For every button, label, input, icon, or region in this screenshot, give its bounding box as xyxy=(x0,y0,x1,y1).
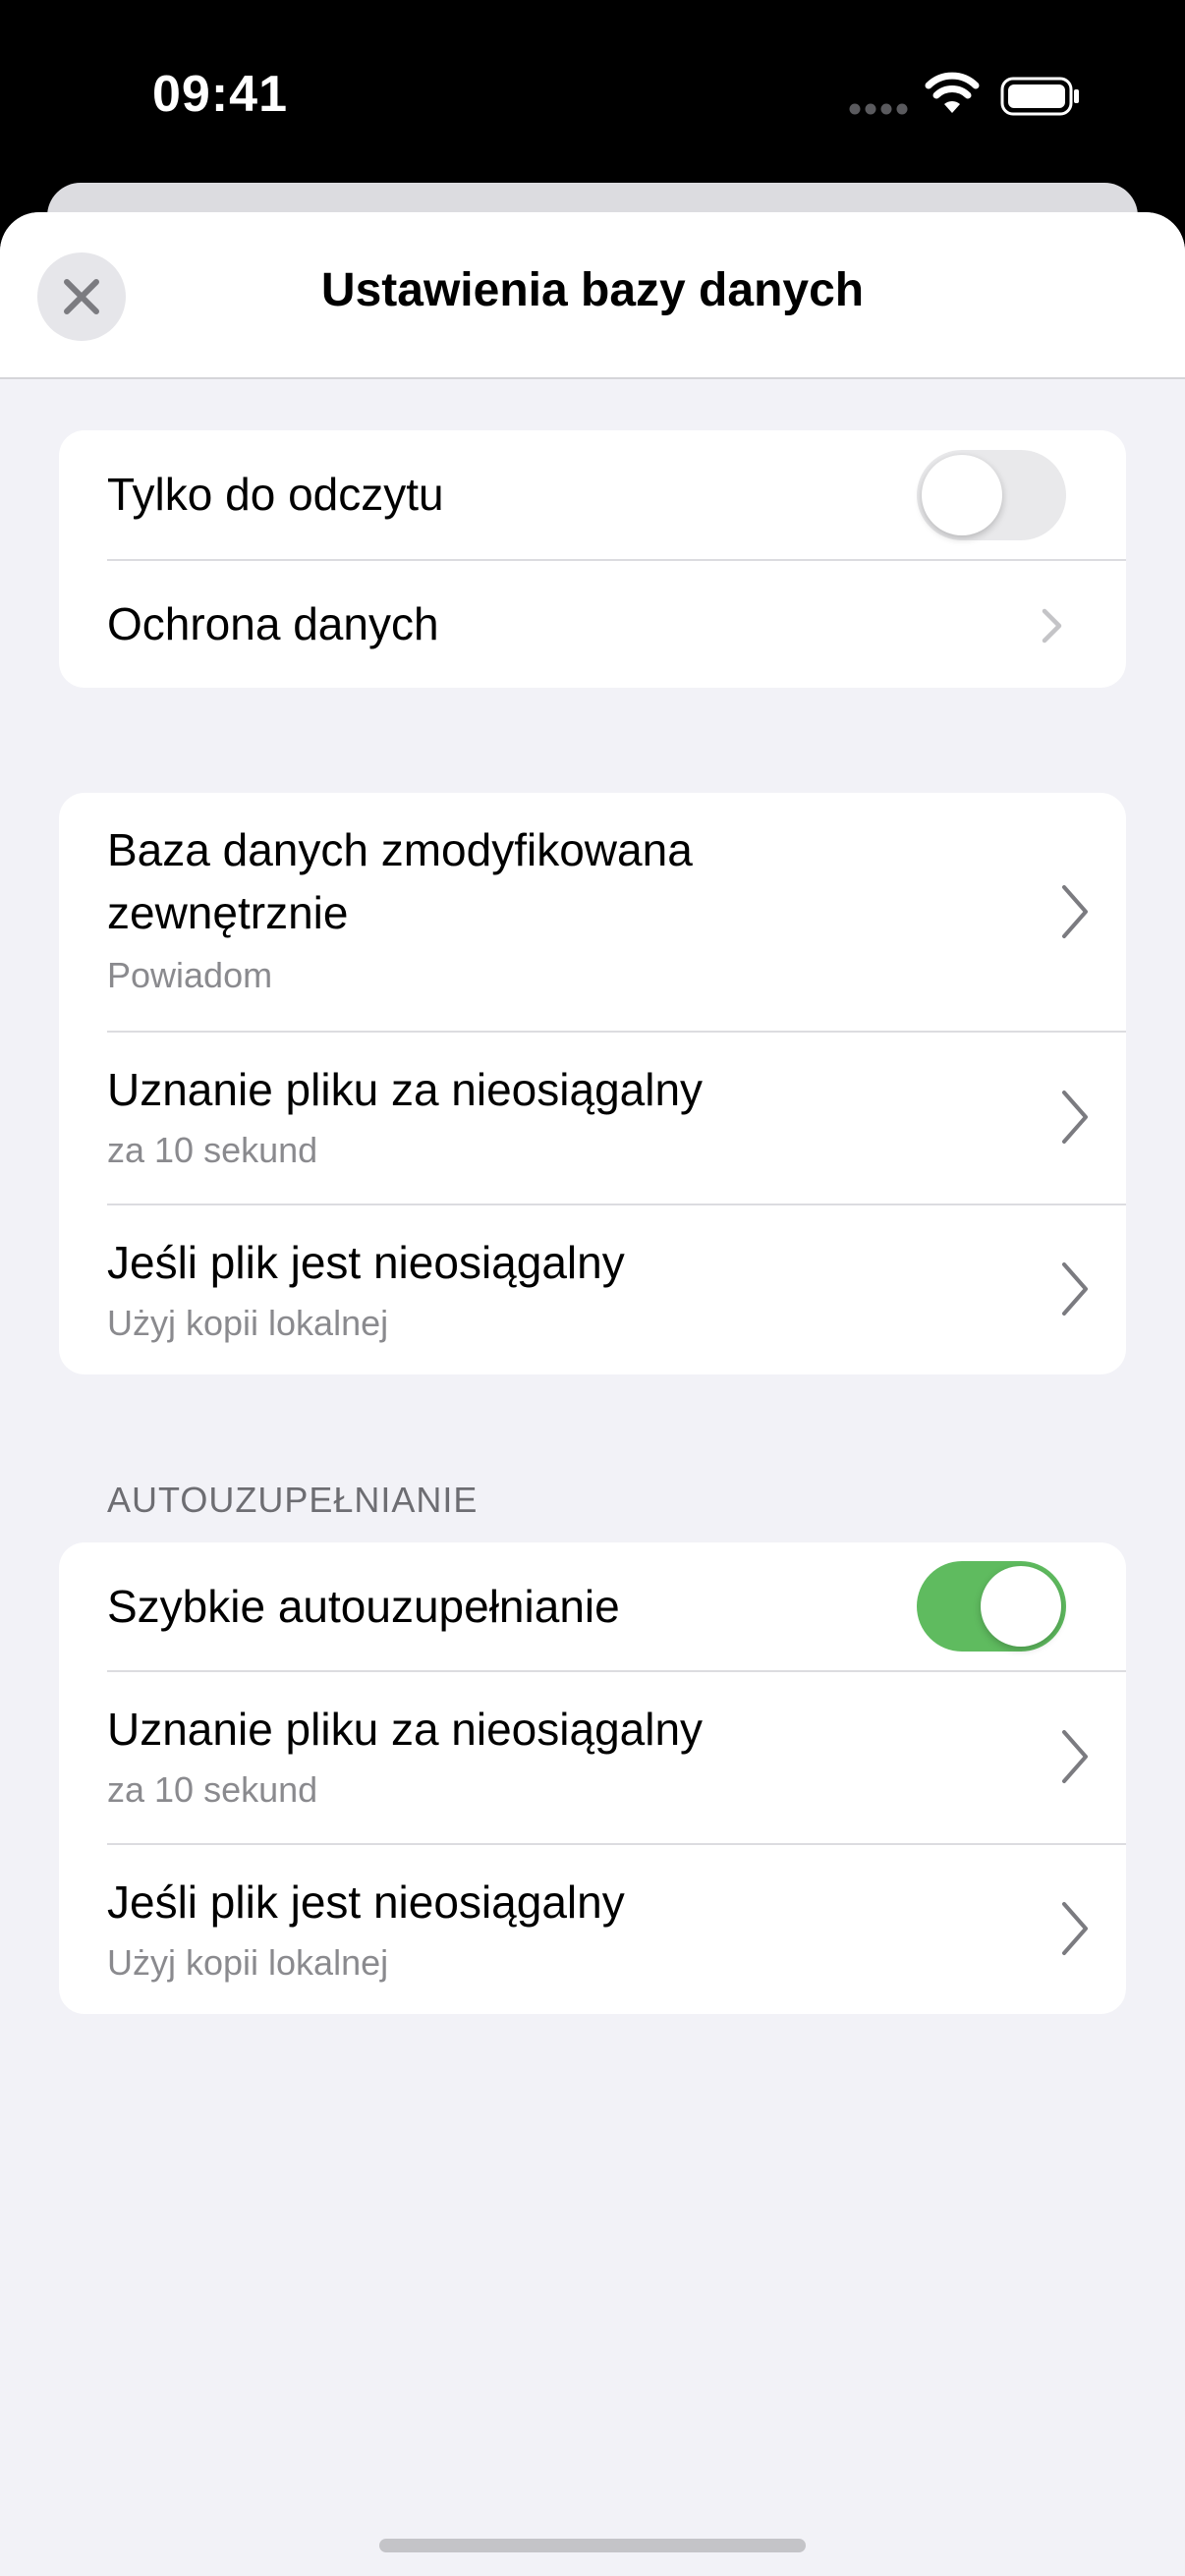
page-title: Ustawienia bazy danych xyxy=(320,264,865,316)
autofill-unreachable-timeout-row[interactable]: Uznanie pliku za nieosiągalny za 10 seku… xyxy=(59,1670,1126,1843)
modified-externally-label-line2: zewnętrznie xyxy=(107,887,349,938)
status-bar: 09:41 xyxy=(0,0,1185,187)
quick-autofill-label: Szybkie autouzupełnianie xyxy=(107,1581,620,1632)
chevron-right-icon xyxy=(1062,885,1088,938)
read-only-toggle[interactable] xyxy=(917,450,1066,540)
settings-sheet: Ustawienia bazy danych Tylko do odczytu … xyxy=(0,212,1185,2576)
chevron-right-icon xyxy=(1062,1730,1088,1783)
data-protection-label: Ochrona danych xyxy=(107,598,439,649)
quick-autofill-row: Szybkie autouzupełnianie xyxy=(59,1542,1126,1670)
navigation-bar: Ustawienia bazy danych xyxy=(0,212,1185,379)
if-unreachable-label: Jeśli plik jest nieosiągalny xyxy=(107,1237,625,1288)
read-only-label: Tylko do odczytu xyxy=(107,469,444,520)
unreachable-timeout-row[interactable]: Uznanie pliku za nieosiągalny za 10 seku… xyxy=(59,1031,1126,1204)
autofill-unreachable-timeout-value: za 10 sekund xyxy=(107,1769,318,1810)
battery-icon xyxy=(1000,77,1079,116)
chevron-right-icon xyxy=(1062,1262,1088,1316)
autofill-settings-group: Szybkie autouzupełnianie Uznanie pliku z… xyxy=(59,1542,1126,2014)
autofill-if-unreachable-row[interactable]: Jeśli plik jest nieosiągalny Użyj kopii … xyxy=(59,1843,1126,2014)
modified-externally-value: Powiadom xyxy=(107,955,273,995)
read-only-row: Tylko do odczytu xyxy=(59,430,1126,559)
general-settings-group: Tylko do odczytu Ochrona danych xyxy=(59,430,1126,688)
data-protection-row[interactable]: Ochrona danych xyxy=(59,559,1126,688)
chevron-right-icon xyxy=(1062,1902,1088,1955)
toggle-knob xyxy=(922,455,1002,535)
modified-externally-row[interactable]: Baza danych zmodyfikowana zewnętrznie Po… xyxy=(59,793,1126,1031)
toggle-knob xyxy=(981,1566,1061,1647)
autofill-section-header: AUTOUZUPEŁNIANIE xyxy=(107,1480,479,1520)
chevron-right-icon xyxy=(1062,1091,1088,1144)
autofill-unreachable-timeout-label: Uznanie pliku za nieosiągalny xyxy=(107,1704,704,1755)
autofill-if-unreachable-label: Jeśli plik jest nieosiągalny xyxy=(107,1876,625,1928)
wifi-icon xyxy=(925,72,980,113)
unreachable-timeout-value: za 10 sekund xyxy=(107,1130,318,1170)
signal-dots-icon xyxy=(849,103,908,115)
file-settings-group: Baza danych zmodyfikowana zewnętrznie Po… xyxy=(59,793,1126,1374)
autofill-if-unreachable-value: Użyj kopii lokalnej xyxy=(107,1942,389,1983)
if-unreachable-value: Użyj kopii lokalnej xyxy=(107,1303,389,1343)
status-time: 09:41 xyxy=(152,66,288,123)
chevron-right-icon xyxy=(1042,608,1062,644)
quick-autofill-toggle[interactable] xyxy=(917,1561,1066,1652)
if-unreachable-row[interactable]: Jeśli plik jest nieosiągalny Użyj kopii … xyxy=(59,1204,1126,1374)
modified-externally-label-line1: Baza danych zmodyfikowana xyxy=(107,824,693,875)
home-indicator[interactable] xyxy=(379,2539,806,2552)
unreachable-timeout-label: Uznanie pliku za nieosiągalny xyxy=(107,1064,704,1115)
